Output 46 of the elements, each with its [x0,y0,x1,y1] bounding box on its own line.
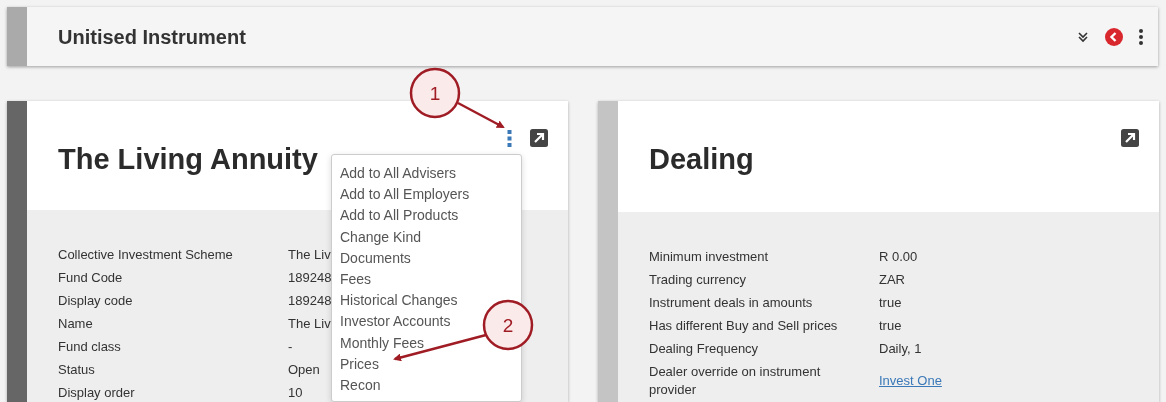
field-label: Dealer override on instrument provider [649,363,822,399]
collapse-icon[interactable] [1077,30,1089,43]
menu-item[interactable]: Monthly Fees [340,332,425,354]
menu-item[interactable]: Documents [340,247,411,269]
field-label: Status [58,361,96,379]
menu-item[interactable]: Change Kind [340,226,421,248]
field-label: Display code [58,292,134,310]
page-title: Unitised Instrument [58,24,246,50]
field-value: 10 [288,384,303,402]
menu-item[interactable]: Add to All Products [340,205,459,227]
field-value: 189248 [288,269,332,287]
field-label: Collective Investment Scheme [58,246,234,264]
field-value: ZAR [879,271,905,289]
menu-item[interactable]: Historical Changes [340,290,458,312]
field-value: The Liv [288,315,331,333]
header-accent-strip [7,7,27,66]
menu-item[interactable]: Add to All Employers [340,184,470,206]
field-label: Minimum investment [649,248,770,266]
field-value: Daily, 1 [879,340,922,358]
field-value: R 0.00 [879,248,918,266]
field-value: Open [288,361,320,379]
field-label: Instrument deals in amounts [649,294,814,312]
card-title: Dealing [649,142,754,177]
provider-link[interactable]: Invest One [879,372,942,390]
back-icon[interactable] [1105,27,1123,46]
field-label: Name [58,315,94,333]
field-value: true [879,294,902,312]
field-value: true [879,317,902,335]
field-value: 189248 [288,292,332,310]
expand-icon[interactable] [530,129,548,147]
field-label: Fund class [58,338,122,356]
menu-item[interactable]: Prices [340,353,379,376]
more-icon[interactable] [1139,28,1143,45]
card-title: The Living Annuity [58,142,318,177]
field-label: Has different Buy and Sell prices [649,317,839,335]
field-label: Display order [58,384,136,402]
field-label: Fund Code [58,269,124,287]
field-label: Trading currency [649,271,748,289]
menu-item[interactable]: Investor Accounts [340,311,451,333]
field-label: Dealing Frequency [649,340,760,358]
menu-item[interactable]: Recon [340,375,381,397]
field-value: The Liv [288,246,331,264]
menu-item[interactable]: Fees [340,269,372,291]
expand-icon[interactable] [1121,129,1139,147]
field-value: - [288,338,293,356]
menu-item[interactable]: Add to All Advisers [340,163,456,185]
